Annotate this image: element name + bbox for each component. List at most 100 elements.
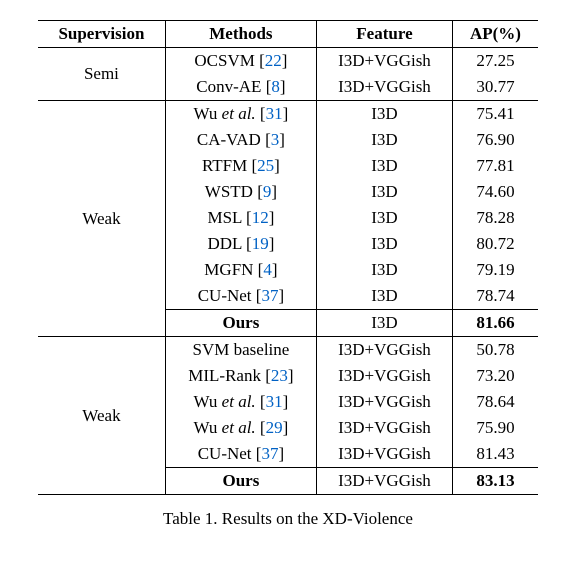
method-text: Wu: [194, 104, 222, 123]
method-text: [: [256, 392, 266, 411]
ap-cell: 80.72: [452, 231, 538, 257]
feature-cell: I3D: [316, 101, 452, 128]
hdr-methods: Methods: [165, 21, 316, 48]
table-caption: Table 1. Results on the XD-Violence: [20, 509, 556, 529]
method-text: WSTD [: [205, 182, 263, 201]
cite-link[interactable]: 4: [263, 260, 272, 279]
ap-cell: 78.28: [452, 205, 538, 231]
ap-cell: 50.78: [452, 337, 538, 364]
feature-ours: I3D: [316, 310, 452, 337]
ap-cell: 27.25: [452, 48, 538, 75]
method-text: DDL [: [207, 234, 251, 253]
method-text: ]: [288, 366, 294, 385]
cite-link[interactable]: 3: [271, 130, 280, 149]
method-text: ]: [283, 104, 289, 123]
cite-link[interactable]: 37: [261, 444, 278, 463]
method-text: ]: [272, 260, 278, 279]
method-cell: MSL [12]: [165, 205, 316, 231]
feature-cell: I3D+VGGish: [316, 363, 452, 389]
feature-cell: I3D+VGGish: [316, 441, 452, 468]
method-text: ]: [271, 182, 277, 201]
ap-ours: 83.13: [452, 468, 538, 495]
ap-cell: 30.77: [452, 74, 538, 101]
feature-cell: I3D: [316, 205, 452, 231]
feature-cell: I3D: [316, 127, 452, 153]
method-cell: MIL-Rank [23]: [165, 363, 316, 389]
method-text: CU-Net [: [198, 286, 262, 305]
method-text: ]: [280, 77, 286, 96]
method-text: ]: [269, 234, 275, 253]
method-text: OCSVM [: [194, 51, 264, 70]
cite-link[interactable]: 25: [257, 156, 274, 175]
ap-cell: 81.43: [452, 441, 538, 468]
feature-ours: I3D+VGGish: [316, 468, 452, 495]
table-row: Weak SVM baseline I3D+VGGish 50.78: [38, 337, 538, 364]
cite-link[interactable]: 37: [261, 286, 278, 305]
method-cell: DDL [19]: [165, 231, 316, 257]
feature-cell: I3D: [316, 257, 452, 283]
cite-link[interactable]: 8: [271, 77, 280, 96]
method-cell: CU-Net [37]: [165, 441, 316, 468]
method-ital: et al.: [222, 392, 256, 411]
feature-cell: I3D: [316, 231, 452, 257]
ap-cell: 79.19: [452, 257, 538, 283]
method-text: CA-VAD [: [197, 130, 271, 149]
method-cell: Conv-AE [8]: [165, 74, 316, 101]
method-cell: MGFN [4]: [165, 257, 316, 283]
method-text: MSL [: [207, 208, 251, 227]
method-text: ]: [283, 392, 289, 411]
cite-link[interactable]: 23: [271, 366, 288, 385]
feature-cell: I3D: [316, 179, 452, 205]
feature-cell: I3D+VGGish: [316, 48, 452, 75]
ap-cell: 74.60: [452, 179, 538, 205]
results-table: Supervision Methods Feature AP(%) Semi O…: [38, 20, 538, 495]
method-ital: et al.: [222, 104, 256, 123]
feature-cell: I3D: [316, 153, 452, 179]
method-text: ]: [278, 444, 284, 463]
ap-cell: 77.81: [452, 153, 538, 179]
cite-link[interactable]: 29: [266, 418, 283, 437]
ap-cell: 75.41: [452, 101, 538, 128]
cite-link[interactable]: 31: [266, 392, 283, 411]
method-text: [: [256, 418, 266, 437]
feature-cell: I3D+VGGish: [316, 415, 452, 441]
method-text: RTFM [: [202, 156, 257, 175]
method-cell: RTFM [25]: [165, 153, 316, 179]
cite-link[interactable]: 31: [266, 104, 283, 123]
method-text: ]: [274, 156, 280, 175]
method-text: Conv-AE [: [196, 77, 271, 96]
method-ours: Ours: [165, 310, 316, 337]
sup-semi: Semi: [38, 48, 165, 101]
method-text: [: [256, 104, 266, 123]
method-ital: et al.: [222, 418, 256, 437]
cite-link[interactable]: 22: [265, 51, 282, 70]
cite-link[interactable]: 19: [252, 234, 269, 253]
hdr-supervision: Supervision: [38, 21, 165, 48]
sup-weak-2: Weak: [38, 337, 165, 495]
method-cell: CU-Net [37]: [165, 283, 316, 310]
method-text: Wu: [194, 418, 222, 437]
method-cell: SVM baseline: [165, 337, 316, 364]
method-text: ]: [269, 208, 275, 227]
method-cell: Wu et al. [31]: [165, 101, 316, 128]
feature-cell: I3D: [316, 283, 452, 310]
header-row: Supervision Methods Feature AP(%): [38, 21, 538, 48]
method-ours: Ours: [165, 468, 316, 495]
ap-ours: 81.66: [452, 310, 538, 337]
feature-cell: I3D+VGGish: [316, 74, 452, 101]
method-text: ]: [279, 130, 285, 149]
method-text: MGFN [: [204, 260, 263, 279]
hdr-feature: Feature: [316, 21, 452, 48]
cite-link[interactable]: 12: [252, 208, 269, 227]
method-cell: WSTD [9]: [165, 179, 316, 205]
method-text: ]: [283, 418, 289, 437]
method-text: ]: [278, 286, 284, 305]
method-cell: CA-VAD [3]: [165, 127, 316, 153]
method-cell: OCSVM [22]: [165, 48, 316, 75]
sup-weak-1: Weak: [38, 101, 165, 337]
table-row: Weak Wu et al. [31] I3D 75.41: [38, 101, 538, 128]
feature-cell: I3D+VGGish: [316, 389, 452, 415]
method-text: ]: [282, 51, 288, 70]
method-text: CU-Net [: [198, 444, 262, 463]
ap-cell: 78.74: [452, 283, 538, 310]
